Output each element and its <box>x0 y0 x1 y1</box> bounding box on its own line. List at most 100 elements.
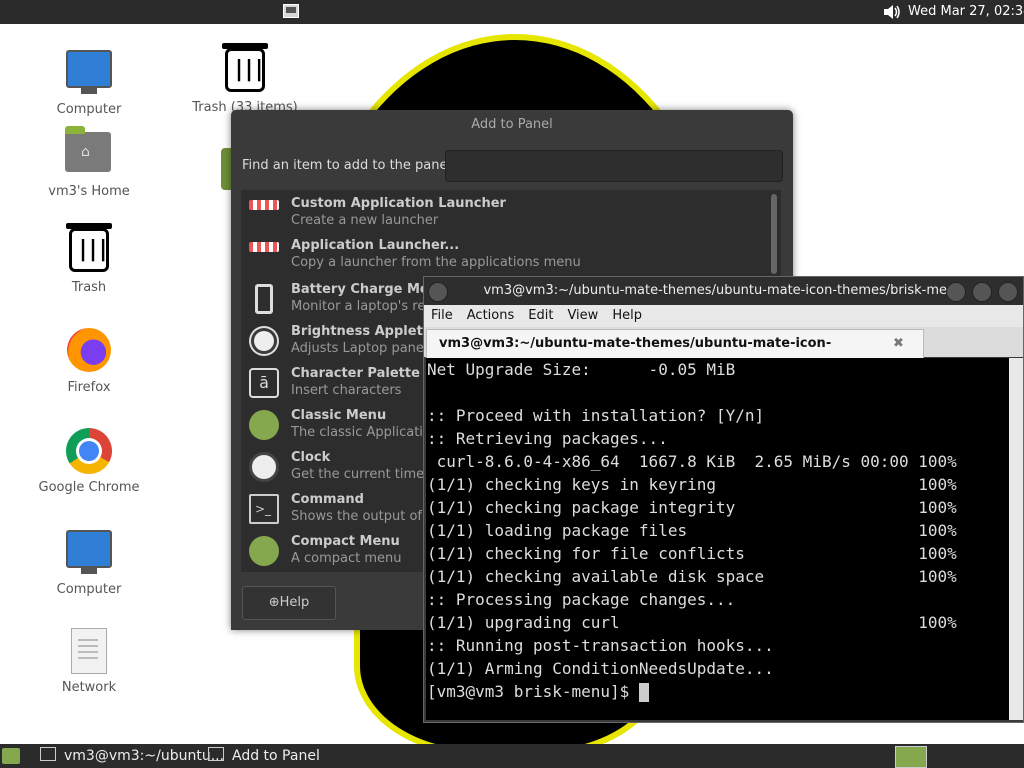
desktop-icon-home[interactable]: ⌂ vm3's Home <box>34 126 144 199</box>
find-label: Find an item to add to the panel: <box>242 158 456 173</box>
firefox-icon <box>65 328 113 376</box>
prompt-line[interactable]: [vm3@vm3 brisk-menu]$ <box>427 680 1009 703</box>
terminal-line: (1/1) Arming ConditionNeedsUpdate... <box>427 659 774 678</box>
list-scrollbar[interactable] <box>771 194 777 274</box>
menu-help[interactable]: Help <box>605 305 649 326</box>
desktop-icon-label: Computer <box>56 582 122 597</box>
help-button[interactable]: ⊕Help <box>242 586 336 620</box>
desktop-icon-label: Computer <box>56 102 122 117</box>
window-menu-button[interactable] <box>428 282 448 302</box>
terminal-line: :: Running post-transaction hooks... <box>427 636 774 655</box>
terminal-line: curl-8.6.0-4-x86_64 1667.8 KiB 2.65 MiB/… <box>427 452 957 471</box>
terminal-line: (1/1) checking for file conflicts 100% <box>427 544 957 563</box>
item-desc: Insert characters <box>291 383 402 398</box>
mate-menu-icon <box>249 410 279 440</box>
item-desc: Monitor a laptop's rer <box>291 299 431 314</box>
item-name: Character Palette <box>291 366 420 381</box>
desktop-icon-trash-top[interactable]: Trash (33 items) <box>190 43 300 115</box>
item-name: Brightness Applet <box>291 324 423 339</box>
terminal-icon <box>40 747 56 761</box>
trash-icon <box>221 43 269 96</box>
terminal-tab[interactable]: vm3@vm3:~/ubuntu-mate-themes/ubuntu-mate… <box>426 329 924 379</box>
item-name: Compact Menu <box>291 534 400 549</box>
terminal-line: :: Retrieving packages... <box>427 429 668 448</box>
desktop-icon-chrome[interactable]: Google Chrome <box>34 428 144 495</box>
window-title: vm3@vm3:~/ubuntu-mate-themes/ubuntu-mate… <box>483 283 964 298</box>
network-icon <box>65 628 113 676</box>
clock-icon <box>249 452 279 482</box>
menu-edit[interactable]: Edit <box>521 305 560 326</box>
taskbar-item-terminal[interactable]: vm3@vm3:~/ubuntu... <box>40 747 224 765</box>
item-name: Clock <box>291 450 331 465</box>
list-item[interactable]: Application Launcher... Copy a launcher … <box>241 234 761 276</box>
show-desktop-button[interactable] <box>2 748 20 764</box>
item-desc: A compact menu <box>291 551 402 566</box>
item-desc: Shows the output of a <box>291 509 435 524</box>
terminal-line: (1/1) checking available disk space 100% <box>427 567 957 586</box>
terminal-screen[interactable]: Net Upgrade Size: -0.05 MiB :: Proceed w… <box>426 358 1009 720</box>
launcher-icon <box>249 200 279 210</box>
top-panel: Wed Mar 27, 02:34 <box>0 0 1024 24</box>
desktop-icon-label: Network <box>61 680 117 695</box>
text-cursor <box>638 683 649 702</box>
item-name: Application Launcher... <box>291 238 460 253</box>
desktop-icon-label: Google Chrome <box>38 480 140 495</box>
terminal-line: Net Upgrade Size: -0.05 MiB <box>427 360 736 379</box>
window-icon <box>208 747 224 761</box>
item-name: Classic Menu <box>291 408 387 423</box>
workspace-switcher[interactable] <box>895 746 927 768</box>
desktop-icon-firefox[interactable]: Firefox <box>34 328 144 395</box>
clock[interactable]: Wed Mar 27, 02:34 <box>908 4 1024 19</box>
home-folder-icon: ⌂ <box>65 126 113 180</box>
close-button[interactable] <box>998 282 1018 302</box>
dialog-title: Add to Panel <box>471 117 553 132</box>
desktop-icon-label: Trash <box>71 280 107 295</box>
terminal-titlebar[interactable]: vm3@vm3:~/ubuntu-mate-themes/ubuntu-mate… <box>424 277 1023 305</box>
help-icon: ⊕ <box>268 595 280 610</box>
item-desc: Adjusts Laptop panel I <box>291 341 436 356</box>
menu-actions[interactable]: Actions <box>460 305 522 326</box>
desktop-icon-trash[interactable]: Trash <box>34 223 144 295</box>
item-desc: Create a new launcher <box>291 213 439 228</box>
search-input[interactable] <box>445 150 783 182</box>
taskbar-item-add-to-panel[interactable]: Add to Panel <box>208 747 320 765</box>
bottom-panel: vm3@vm3:~/ubuntu... Add to Panel <box>0 744 1024 768</box>
brightness-icon <box>254 331 274 351</box>
chrome-icon <box>65 428 113 476</box>
terminal-menubar: File Actions Edit View Help <box>424 305 1023 327</box>
menu-view[interactable]: View <box>560 305 605 326</box>
character-palette-icon: ā <box>249 368 279 398</box>
terminal-line: :: Proceed with installation? [Y/n] <box>427 406 765 425</box>
terminal-scrollbar[interactable] <box>1009 358 1023 720</box>
desktop-icon-computer[interactable]: Computer <box>34 48 144 117</box>
desktop-icon-computer-2[interactable]: Computer <box>34 528 144 597</box>
terminal-icon: >_ <box>249 494 279 524</box>
terminal-line: (1/1) checking keys in keyring 100% <box>427 475 957 494</box>
trash-icon <box>65 223 113 276</box>
minimize-button[interactable] <box>946 282 966 302</box>
mate-menu-icon <box>249 536 279 566</box>
battery-icon <box>255 284 273 314</box>
desktop-icon-network[interactable]: Network <box>34 628 144 695</box>
terminal-window: vm3@vm3:~/ubuntu-mate-themes/ubuntu-mate… <box>423 276 1024 723</box>
terminal-line: (1/1) upgrading curl 100% <box>427 613 957 632</box>
terminal-line: (1/1) loading package files 100% <box>427 521 957 540</box>
item-name: Command <box>291 492 364 507</box>
window-icon[interactable] <box>283 4 299 18</box>
task-label: vm3@vm3:~/ubuntu... <box>64 748 225 764</box>
terminal-line: :: Processing package changes... <box>427 590 736 609</box>
shell-prompt: [vm3@vm3 brisk-menu]$ <box>427 682 639 701</box>
item-desc: Copy a launcher from the applications me… <box>291 255 581 270</box>
help-label: Help <box>279 595 310 610</box>
maximize-button[interactable] <box>972 282 992 302</box>
desktop-icon-label: vm3's Home <box>48 184 130 199</box>
terminal-line: (1/1) checking package integrity 100% <box>427 498 957 517</box>
desktop-icon-label: Firefox <box>67 380 111 395</box>
close-tab-icon[interactable]: ✖ <box>893 330 904 358</box>
item-name: Custom Application Launcher <box>291 196 506 211</box>
menu-file[interactable]: File <box>424 305 460 326</box>
list-item[interactable]: Custom Application Launcher Create a new… <box>241 192 761 234</box>
task-label: Add to Panel <box>232 748 320 764</box>
speaker-icon[interactable] <box>882 3 902 21</box>
